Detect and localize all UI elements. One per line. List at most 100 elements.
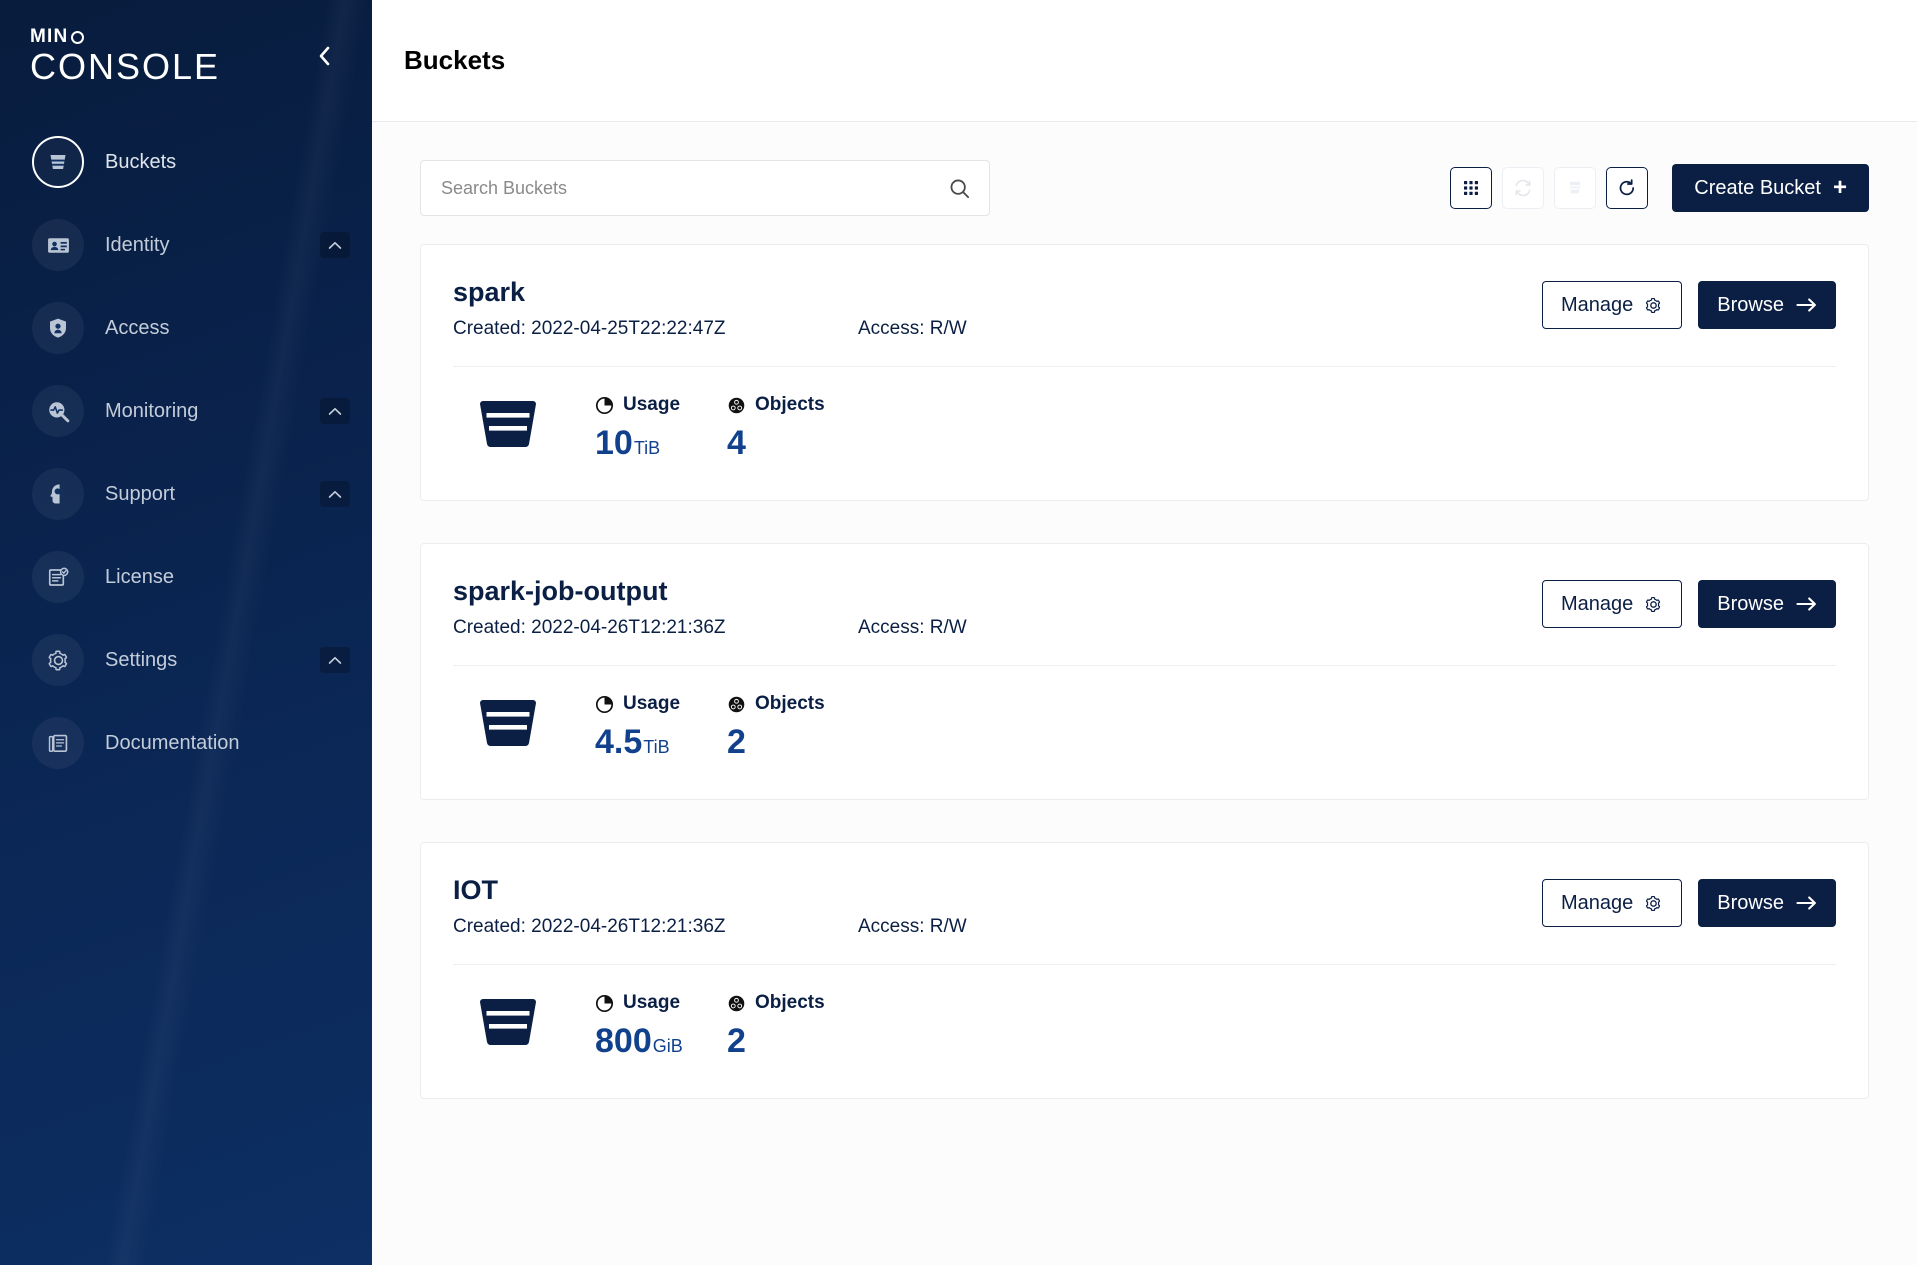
replicate-button xyxy=(1502,167,1545,209)
usage-value-row: 10 TiB xyxy=(595,423,727,468)
create-bucket-button[interactable]: Create Bucket + xyxy=(1672,164,1869,212)
page-title: Buckets xyxy=(404,45,506,75)
objects-label: Objects xyxy=(755,992,825,1013)
objects-label: Objects xyxy=(755,394,825,415)
browse-label: Browse xyxy=(1717,592,1784,615)
license-document-icon xyxy=(32,551,84,603)
bucket-stat-group: Usage 800 GiB Objects 2 xyxy=(595,991,825,1066)
sidebar-item-access[interactable]: Access xyxy=(0,296,372,360)
usage-value-row: 800 GiB xyxy=(595,1021,727,1066)
usage-label: Usage xyxy=(623,693,681,714)
bucket-objects-stat: Objects 2 xyxy=(727,991,825,1066)
id-card-icon xyxy=(32,219,84,271)
minio-logo[interactable]: MIN CONSOLE xyxy=(30,26,221,87)
chevron-up-icon[interactable] xyxy=(320,481,350,507)
usage-value: 4.5 xyxy=(595,723,643,761)
pie-chart-icon xyxy=(595,994,614,1012)
search-icon[interactable] xyxy=(948,177,971,200)
pie-chart-icon xyxy=(595,396,614,414)
browse-button[interactable]: Browse xyxy=(1698,281,1836,329)
bucket-objects-stat: Objects 2 xyxy=(727,692,825,767)
bucket-created: Created: 2022-04-25T22:22:47Z xyxy=(453,318,726,339)
minio-mini-text: MIN xyxy=(30,26,69,47)
sidebar-item-documentation[interactable]: Documentation xyxy=(0,711,372,775)
chevron-up-icon[interactable] xyxy=(320,647,350,673)
sidebar-collapse-button[interactable] xyxy=(306,38,342,74)
bucket-card[interactable]: spark Created: 2022-04-25T22:22:47Z Acce… xyxy=(420,244,1869,501)
bucket-card-header: IOT Created: 2022-04-26T12:21:36Z Access… xyxy=(453,843,1836,965)
bucket-card-actions: Manage Browse xyxy=(1542,574,1836,628)
search-buckets-box[interactable] xyxy=(420,160,990,216)
refresh-button[interactable] xyxy=(1606,167,1649,209)
browse-label: Browse xyxy=(1717,293,1784,316)
objects-head: Objects xyxy=(727,393,825,417)
objects-head: Objects xyxy=(727,692,825,716)
minio-wordmark: MIN xyxy=(30,26,220,47)
gear-icon xyxy=(1646,895,1661,911)
arrow-right-icon xyxy=(1796,597,1816,611)
manage-button[interactable]: Manage xyxy=(1542,281,1683,329)
browse-label: Browse xyxy=(1717,891,1784,914)
sidebar-item-support[interactable]: Support xyxy=(0,462,372,526)
usage-unit: GiB xyxy=(652,1036,683,1056)
bucket-card-header: spark Created: 2022-04-25T22:22:47Z Acce… xyxy=(453,245,1836,367)
browse-button[interactable]: Browse xyxy=(1698,879,1836,927)
minio-console-app: MIN CONSOLE Buckets Identity Access Moni… xyxy=(0,0,1917,1265)
bucket-icon xyxy=(477,692,543,759)
bucket-card-header: spark-job-output Created: 2022-04-26T12:… xyxy=(453,544,1836,666)
bucket-name: IOT xyxy=(453,875,498,905)
usage-value: 800 xyxy=(595,1022,652,1060)
usage-label: Usage xyxy=(623,992,681,1013)
sidebar-brand-row: MIN CONSOLE xyxy=(0,0,372,112)
grid-view-toggle[interactable] xyxy=(1450,167,1493,209)
plus-icon: + xyxy=(1832,174,1847,201)
book-pages-icon xyxy=(32,717,84,769)
sidebar-item-settings[interactable]: Settings xyxy=(0,628,372,692)
bucket-card-stats: Usage 10 TiB Objects 4 xyxy=(453,367,1836,500)
bucket-card-actions: Manage Browse xyxy=(1542,275,1836,329)
bucket-card[interactable]: spark-job-output Created: 2022-04-26T12:… xyxy=(420,543,1869,800)
manage-label: Manage xyxy=(1561,293,1634,316)
objects-trefoil-icon xyxy=(728,995,745,1011)
sidebar-item-monitoring[interactable]: Monitoring xyxy=(0,379,372,443)
bucket-icon xyxy=(32,136,84,188)
sidebar-item-license[interactable]: License xyxy=(0,545,372,609)
bucket-stat-group: Usage 10 TiB Objects 4 xyxy=(595,393,825,468)
toolbar-actions: Create Bucket + xyxy=(1450,164,1869,212)
bucket-name: spark xyxy=(453,277,526,307)
bucket-stat-group: Usage 4.5 TiB Objects 2 xyxy=(595,692,825,767)
objects-head: Objects xyxy=(727,991,825,1015)
manage-button[interactable]: Manage xyxy=(1542,879,1683,927)
chevron-up-icon[interactable] xyxy=(320,232,350,258)
buckets-toolbar: Create Bucket + xyxy=(420,160,1869,216)
manage-label: Manage xyxy=(1561,592,1634,615)
console-wordmark: CONSOLE xyxy=(30,46,221,87)
create-bucket-label: Create Bucket xyxy=(1694,176,1821,199)
sidebar-item-label: Monitoring xyxy=(105,399,199,422)
sidebar-item-buckets[interactable]: Buckets xyxy=(0,130,372,194)
buckets-content: Create Bucket + spark Created: 2022-04-2… xyxy=(372,122,1917,1265)
sidebar-item-label: Support xyxy=(105,482,176,505)
usage-head: Usage xyxy=(595,393,727,417)
sidebar-item-label: Access xyxy=(105,316,170,339)
bucket-created: Created: 2022-04-26T12:21:36Z xyxy=(453,916,726,937)
objects-trefoil-icon xyxy=(728,696,745,712)
bucket-info: spark-job-output Created: 2022-04-26T12:… xyxy=(453,574,967,639)
manage-button[interactable]: Manage xyxy=(1542,580,1683,628)
bucket-usage-stat: Usage 10 TiB xyxy=(595,393,727,468)
search-input[interactable] xyxy=(441,177,948,199)
bucket-usage-stat: Usage 800 GiB xyxy=(595,991,727,1066)
usage-value-row: 4.5 TiB xyxy=(595,722,727,767)
bucket-card[interactable]: IOT Created: 2022-04-26T12:21:36Z Access… xyxy=(420,842,1869,1099)
bucket-card-stats: Usage 4.5 TiB Objects 2 xyxy=(453,666,1836,799)
sidebar-item-identity[interactable]: Identity xyxy=(0,213,372,277)
usage-label: Usage xyxy=(623,394,681,415)
browse-button[interactable]: Browse xyxy=(1698,580,1836,628)
bucket-icon xyxy=(477,991,543,1058)
sidebar-item-label: Identity xyxy=(105,233,170,256)
bucket-objects-stat: Objects 4 xyxy=(727,393,825,468)
chevron-up-icon[interactable] xyxy=(320,398,350,424)
main-content: Buckets Search Buckets Create Bucket + s… xyxy=(372,0,1917,1265)
stack-icon xyxy=(1569,181,1581,194)
pie-chart-icon xyxy=(595,695,614,713)
